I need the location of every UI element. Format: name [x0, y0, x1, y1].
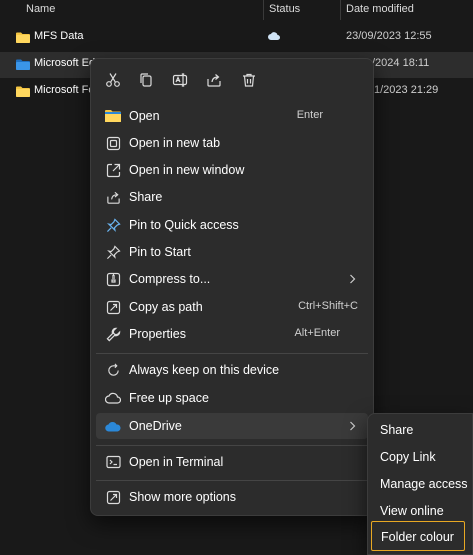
- share-icon: [105, 189, 121, 205]
- menu-item-label: Compress to...: [129, 272, 211, 286]
- menu-item-onedrive[interactable]: OneDrive: [96, 413, 368, 439]
- chevron-right-icon: [350, 421, 356, 431]
- file-name: Microsoft Ed: [34, 57, 96, 69]
- onedrive-submenu: Share Copy Link Manage access View onlin…: [367, 413, 473, 555]
- menu-item-pin-start[interactable]: Pin to Start: [96, 239, 368, 265]
- menu-item-copy-path[interactable]: Copy as path Ctrl+Shift+C: [96, 294, 368, 320]
- menu-item-label: Show more options: [129, 490, 237, 504]
- menu-item-label: Open in new window: [129, 163, 245, 177]
- share-button[interactable]: [200, 67, 228, 93]
- rename-button[interactable]: [166, 67, 194, 93]
- terminal-icon: [105, 454, 121, 470]
- column-date-modified[interactable]: Date modified: [346, 0, 414, 20]
- wrench-icon: [105, 326, 121, 342]
- menu-divider: [96, 353, 368, 354]
- menu-item-label: Properties: [129, 327, 186, 341]
- menu-item-label: Open in new tab: [129, 136, 221, 150]
- pin-icon: [105, 217, 121, 233]
- chevron-right-icon: [350, 274, 356, 284]
- sync-icon: [105, 362, 121, 378]
- menu-item-label: Open: [129, 109, 160, 123]
- menu-item-free-up-space[interactable]: Free up space: [96, 385, 368, 411]
- submenu-item-label: Copy Link: [380, 450, 436, 464]
- copy-button[interactable]: [132, 67, 160, 93]
- menu-item-compress[interactable]: Compress to...: [96, 266, 368, 292]
- file-row[interactable]: MFS Data 23/09/2023 12:55: [0, 25, 473, 51]
- compress-icon: [105, 271, 121, 287]
- column-status[interactable]: Status: [269, 0, 300, 20]
- submenu-item-label: Folder colour: [381, 530, 454, 544]
- share-icon: [207, 74, 221, 87]
- pin-icon: [105, 244, 121, 260]
- cloud-icon: [105, 390, 121, 406]
- file-date: 23/09/2023 12:55: [346, 30, 432, 42]
- copy-path-icon: [105, 299, 121, 315]
- menu-item-show-more-options[interactable]: Show more options: [96, 484, 368, 510]
- column-divider[interactable]: [263, 0, 264, 20]
- folder-icon: [16, 32, 30, 43]
- shortcut-text: Ctrl+Shift+C: [298, 300, 358, 312]
- context-menu: Open Enter Open in new tab Open in new w…: [90, 58, 374, 516]
- menu-item-open-new-tab[interactable]: Open in new tab: [96, 130, 368, 156]
- shortcut-text: Alt+Enter: [294, 327, 340, 339]
- column-divider[interactable]: [340, 0, 341, 20]
- submenu-item-label: Share: [380, 423, 414, 437]
- open-new-window-icon: [105, 162, 121, 178]
- cut-icon: [106, 73, 120, 87]
- submenu-item-copy-link[interactable]: Copy Link: [371, 444, 463, 470]
- file-date: 1/2023 21:29: [374, 84, 439, 96]
- column-name[interactable]: Name: [26, 0, 55, 20]
- cut-button[interactable]: [99, 67, 127, 93]
- folder-icon: [16, 86, 30, 97]
- menu-item-open[interactable]: Open Enter: [96, 103, 368, 129]
- menu-divider: [96, 445, 368, 446]
- new-tab-icon: [105, 135, 121, 151]
- column-header: Name Status Date modified: [0, 0, 473, 20]
- delete-icon: [243, 73, 255, 87]
- menu-item-label: Pin to Start: [129, 245, 191, 259]
- menu-item-always-keep[interactable]: Always keep on this device: [96, 357, 368, 383]
- submenu-item-label: Manage access: [380, 477, 468, 491]
- onedrive-icon: [105, 418, 121, 434]
- menu-item-share[interactable]: Share: [96, 184, 368, 210]
- menu-item-pin-quick-access[interactable]: Pin to Quick access: [96, 212, 368, 238]
- more-options-icon: [105, 489, 121, 505]
- submenu-item-label: View online: [380, 504, 444, 518]
- menu-item-open-new-window[interactable]: Open in new window: [96, 157, 368, 183]
- menu-item-label: Free up space: [129, 391, 209, 405]
- menu-item-label: Open in Terminal: [129, 455, 224, 469]
- delete-button[interactable]: [235, 67, 263, 93]
- menu-item-open-terminal[interactable]: Open in Terminal: [96, 449, 368, 475]
- copy-icon: [140, 73, 152, 87]
- submenu-item-share[interactable]: Share: [371, 417, 463, 443]
- rename-icon: [172, 73, 188, 87]
- menu-item-label: Always keep on this device: [129, 363, 280, 377]
- folder-open-icon: [105, 108, 121, 124]
- menu-divider: [96, 480, 368, 481]
- file-date: /2024 18:11: [372, 57, 430, 69]
- menu-item-label: Pin to Quick access: [129, 218, 239, 232]
- shortcut-text: Enter: [296, 109, 323, 121]
- cloud-icon: [268, 32, 280, 40]
- file-name: MFS Data: [34, 30, 84, 42]
- menu-item-label: Copy as path: [129, 300, 203, 314]
- submenu-item-manage-access[interactable]: Manage access: [371, 471, 468, 497]
- menu-item-label: OneDrive: [129, 419, 182, 433]
- file-name: Microsoft Fo: [34, 84, 95, 96]
- folder-icon: [16, 59, 30, 70]
- submenu-item-folder-colour[interactable]: Folder colour: [371, 521, 465, 551]
- menu-item-properties[interactable]: Properties Alt+Enter: [96, 321, 368, 347]
- menu-item-label: Share: [129, 190, 163, 204]
